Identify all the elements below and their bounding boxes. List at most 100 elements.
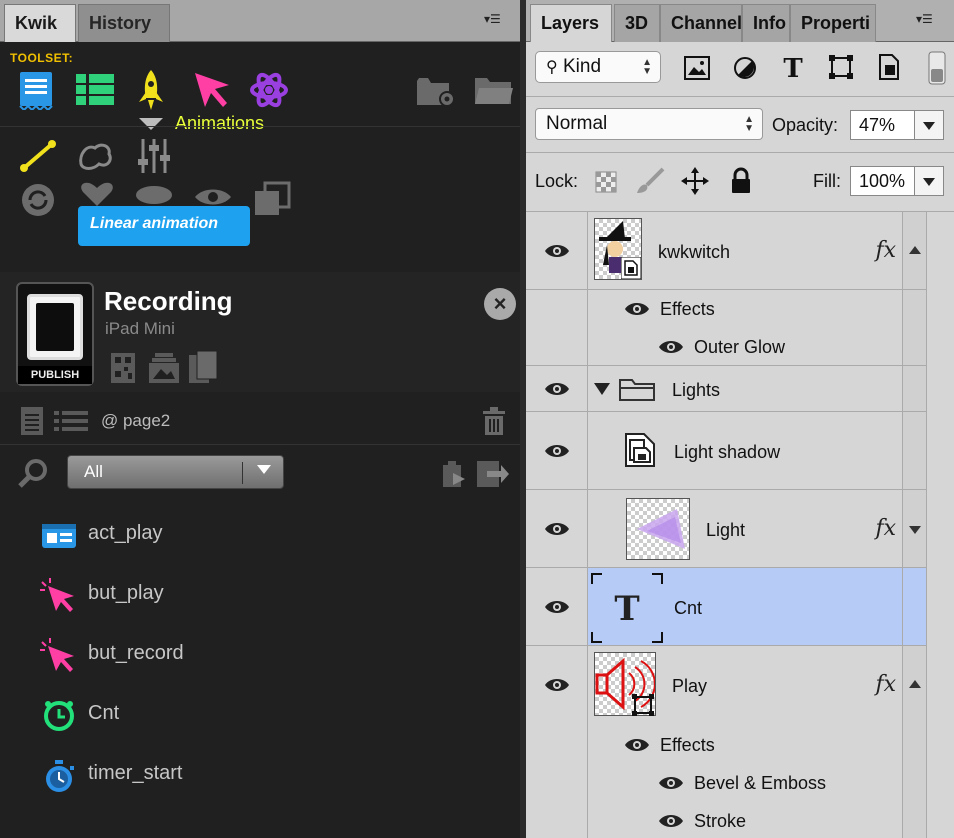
path-shape-icon[interactable] — [76, 138, 116, 174]
visibility-eye-icon[interactable] — [192, 186, 234, 208]
filter-type-icon[interactable]: T — [778, 52, 808, 82]
layer-filter-kind[interactable]: ⚲ Kind ▲ ▼ — [535, 51, 661, 83]
eye-icon[interactable] — [658, 813, 684, 829]
eye-icon[interactable] — [544, 521, 570, 537]
sliders-icon[interactable] — [134, 136, 174, 176]
eye-icon[interactable] — [544, 381, 570, 397]
folder-open-icon[interactable] — [472, 72, 516, 110]
export-icon[interactable] — [474, 458, 510, 490]
lock-position-move-icon[interactable] — [680, 166, 710, 196]
effect-row-outer-glow[interactable]: Outer Glow — [526, 328, 926, 366]
fx-icon[interactable]: fx — [875, 672, 896, 697]
layer-row-kwkwitch[interactable]: kwkwitch fx — [526, 212, 926, 290]
expand-triangle-icon[interactable] — [594, 383, 610, 395]
list-table-icon[interactable] — [74, 72, 116, 108]
fx-icon[interactable]: fx — [875, 516, 896, 541]
dropdown-arrow-icon[interactable] — [138, 118, 164, 130]
visibility-toggle[interactable] — [526, 568, 588, 645]
tab-layers[interactable]: Layers — [530, 4, 612, 42]
blend-mode-dropdown[interactable]: Normal ▲ ▼ — [535, 108, 763, 140]
tab-properties[interactable]: Properti — [790, 4, 876, 42]
lock-all-padlock-icon[interactable] — [728, 166, 754, 196]
layer-name[interactable]: Lights — [672, 380, 720, 401]
eye-icon[interactable] — [544, 599, 570, 615]
fill-field[interactable]: 100% — [850, 166, 916, 196]
filter-adjustment-icon[interactable] — [730, 54, 760, 82]
search-zoom-icon[interactable] — [16, 458, 50, 488]
folder-settings-icon[interactable] — [414, 72, 458, 110]
layer-name[interactable]: Cnt — [674, 598, 702, 619]
eye-icon[interactable] — [658, 775, 684, 791]
cursor-pointer-icon[interactable] — [190, 68, 234, 112]
list-item[interactable]: act_play — [0, 502, 520, 562]
eye-icon[interactable] — [544, 243, 570, 259]
visibility-toggle[interactable] — [526, 212, 588, 289]
rotate-icon[interactable] — [18, 182, 58, 218]
tab-kwik[interactable]: Kwik — [4, 4, 76, 42]
list-item[interactable]: but_record — [0, 622, 520, 682]
atom-icon[interactable] — [248, 70, 290, 110]
visibility-toggle[interactable] — [526, 366, 588, 411]
list-item[interactable]: timer_start — [0, 742, 520, 802]
collapse-effects-icon[interactable] — [909, 246, 921, 254]
effects-row[interactable]: Effects — [526, 726, 926, 764]
ipad-device-icon[interactable]: PUBLISH — [16, 282, 94, 386]
close-icon[interactable]: × — [484, 288, 516, 320]
effects-row[interactable]: Effects — [526, 290, 926, 328]
filter-smart-object-icon[interactable] — [874, 52, 904, 82]
filter-dropdown[interactable]: All — [67, 455, 284, 489]
paste-icon[interactable] — [438, 458, 470, 490]
visibility-toggle[interactable] — [526, 490, 588, 567]
image-stack-icon[interactable] — [146, 350, 182, 386]
layer-row-play[interactable]: Play fx — [526, 646, 926, 726]
tab-channels[interactable]: Channel — [660, 4, 742, 42]
filter-shape-icon[interactable] — [826, 52, 856, 82]
layer-row-light-shadow[interactable]: Light shadow — [526, 412, 926, 490]
tab-3d[interactable]: 3D — [614, 4, 660, 42]
page-properties-icon[interactable] — [16, 70, 56, 110]
collapse-effects-icon[interactable] — [909, 680, 921, 688]
layer-name[interactable]: Play — [672, 676, 707, 697]
list-item[interactable]: Cnt — [0, 682, 520, 742]
lock-transparent-pixels-icon[interactable] — [594, 170, 618, 194]
opacity-field[interactable]: 47% — [850, 110, 916, 140]
layers-scrollbar[interactable] — [926, 212, 954, 838]
effect-row-stroke[interactable]: Stroke — [526, 802, 926, 838]
qr-code-icon[interactable] — [108, 350, 138, 386]
visibility-toggle[interactable] — [526, 646, 588, 726]
rocket-icon[interactable] — [134, 68, 168, 112]
filter-toggle-switch[interactable] — [926, 50, 948, 86]
tab-history[interactable]: History — [78, 4, 170, 42]
effect-row-bevel-emboss[interactable]: Bevel & Emboss — [526, 764, 926, 802]
opacity-dropdown-icon[interactable] — [914, 110, 944, 140]
lock-image-pixels-icon[interactable] — [634, 166, 666, 196]
panel-menu-icon[interactable]: ▾☰ — [484, 12, 514, 28]
tab-info[interactable]: Info — [742, 4, 790, 42]
copy-pages-icon[interactable] — [186, 348, 222, 386]
trash-icon[interactable] — [480, 404, 508, 438]
ellipse-icon[interactable] — [134, 184, 174, 206]
scale-resize-icon[interactable] — [250, 180, 292, 220]
layer-row-light[interactable]: Light fx — [526, 490, 926, 568]
panel-menu-icon[interactable]: ▾☰ — [916, 12, 946, 28]
linear-path-icon[interactable] — [18, 138, 58, 174]
fx-icon[interactable]: fx — [875, 238, 896, 263]
layer-row-cnt-selected[interactable]: T Cnt — [526, 568, 926, 646]
expand-effects-icon[interactable] — [909, 526, 921, 534]
eye-icon[interactable] — [544, 677, 570, 693]
filter-pixel-image-icon[interactable] — [682, 54, 712, 82]
publish-label[interactable]: PUBLISH — [18, 366, 92, 384]
layer-row-lights-group[interactable]: Lights — [526, 366, 926, 412]
layer-name[interactable]: Light shadow — [674, 442, 780, 463]
fill-dropdown-icon[interactable] — [914, 166, 944, 196]
visibility-toggle[interactable] — [526, 412, 588, 489]
eye-icon[interactable] — [544, 443, 570, 459]
layer-name[interactable]: Light — [706, 520, 745, 541]
layer-name[interactable]: kwkwitch — [658, 242, 730, 263]
eye-icon[interactable] — [624, 301, 650, 317]
page-doc-icon[interactable] — [18, 404, 46, 438]
eye-icon[interactable] — [624, 737, 650, 753]
eye-icon[interactable] — [658, 339, 684, 355]
heart-icon[interactable] — [76, 182, 118, 206]
list-item[interactable]: but_play — [0, 562, 520, 622]
